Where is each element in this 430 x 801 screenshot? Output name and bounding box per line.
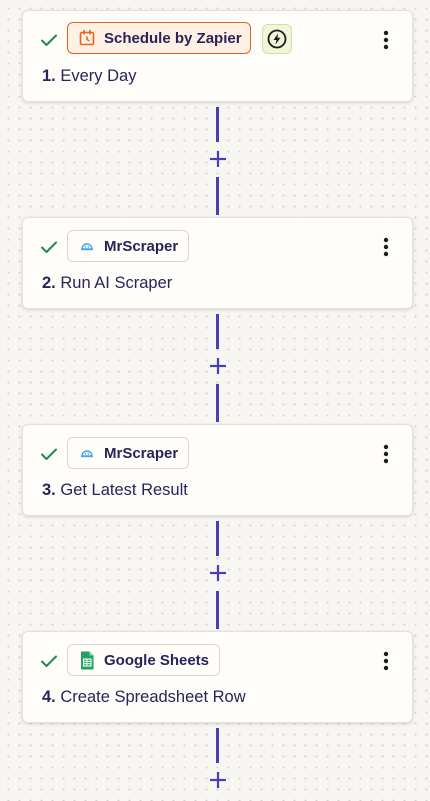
step-card-2[interactable]: MrScraper 2. Run AI Scraper (22, 217, 413, 309)
mrscraper-logo-icon (77, 236, 97, 256)
app-name: Google Sheets (104, 651, 210, 669)
step-menu-button[interactable] (374, 442, 398, 466)
plus-icon (210, 151, 226, 167)
step-number: 2. (42, 274, 56, 292)
connector-line (216, 177, 219, 215)
add-step-button[interactable] (207, 769, 229, 791)
step-number: 3. (42, 481, 56, 499)
vertical-ellipsis-icon (383, 444, 389, 464)
add-step-button[interactable] (207, 562, 229, 584)
plus-icon (210, 565, 226, 581)
connector-line (216, 521, 219, 556)
step-name: Run AI Scraper (60, 274, 173, 292)
step-name: Every Day (60, 67, 137, 85)
connector-line (216, 591, 219, 629)
calendar-clock-icon (77, 28, 97, 48)
step-title: 2. Run AI Scraper (42, 274, 172, 293)
checkmark-icon (41, 34, 57, 46)
step-menu-button[interactable] (374, 235, 398, 259)
add-step-button[interactable] (207, 355, 229, 377)
connector-line (216, 384, 219, 422)
step-name: Create Spreadsheet Row (60, 688, 246, 706)
app-badge-mrscraper[interactable]: MrScraper (67, 437, 190, 469)
plus-icon (210, 358, 226, 374)
checkmark-icon (41, 448, 57, 460)
step-number: 1. (42, 67, 56, 85)
step-card-1[interactable]: Schedule by Zapier 1. Every Day (22, 10, 413, 102)
step-card-4[interactable]: Google Sheets 4. Create Spreadsheet Row (22, 631, 413, 723)
step-name: Get Latest Result (60, 481, 188, 499)
instant-trigger-badge (262, 24, 292, 54)
google-sheets-icon (77, 650, 97, 670)
step-menu-button[interactable] (374, 28, 398, 52)
app-badge-mrscraper[interactable]: MrScraper (67, 230, 190, 262)
checkmark-icon (41, 241, 57, 253)
mrscraper-logo-icon (77, 443, 97, 463)
connector-line (216, 728, 219, 763)
app-badge-schedule-by-zapier[interactable]: Schedule by Zapier (67, 22, 251, 54)
step-number: 4. (42, 688, 56, 706)
vertical-ellipsis-icon (383, 30, 389, 50)
vertical-ellipsis-icon (383, 237, 389, 257)
step-title: 1. Every Day (42, 67, 136, 86)
connector-line (216, 107, 219, 142)
step-card-3[interactable]: MrScraper 3. Get Latest Result (22, 424, 413, 516)
checkmark-icon (41, 655, 57, 667)
app-badge-google-sheets[interactable]: Google Sheets (67, 644, 221, 676)
app-name: Schedule by Zapier (104, 29, 242, 47)
lightning-bolt-icon (267, 29, 287, 49)
step-menu-button[interactable] (374, 649, 398, 673)
app-name: MrScraper (104, 444, 179, 462)
step-title: 4. Create Spreadsheet Row (42, 688, 246, 707)
connector-line (216, 314, 219, 349)
step-title: 3. Get Latest Result (42, 481, 188, 500)
app-name: MrScraper (104, 237, 179, 255)
add-step-button[interactable] (207, 148, 229, 170)
plus-icon (210, 772, 226, 788)
vertical-ellipsis-icon (383, 651, 389, 671)
